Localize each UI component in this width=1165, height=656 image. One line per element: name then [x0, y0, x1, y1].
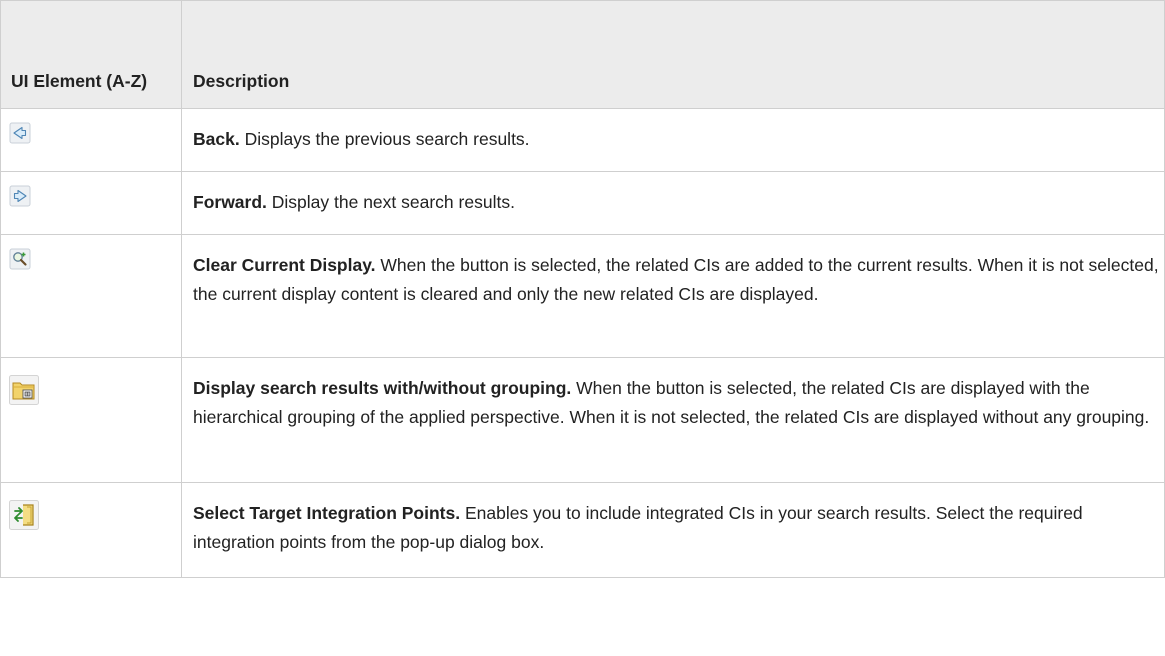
element-description: Display the next search results. [266, 192, 515, 212]
ui-element-cell [0, 481, 182, 578]
element-term: Clear Current Display. [193, 254, 376, 275]
back-arrow-icon [9, 122, 31, 154]
table-header-row: UI Element (A-Z) Description [0, 0, 1165, 109]
table-row: Back. Displays the previous search resul… [0, 108, 1165, 172]
element-term: Display search results with/without grou… [193, 377, 572, 398]
description-cell: Select Target Integration Points. Enable… [181, 481, 1165, 578]
clear-display-magnifier-icon [9, 248, 31, 280]
folder-grouping-icon [9, 374, 39, 415]
description-cell: Forward. Display the next search results… [181, 171, 1165, 235]
ui-element-cell [0, 356, 182, 483]
element-term: Back. [193, 129, 240, 149]
ui-element-cell [0, 233, 182, 358]
ui-element-cell [0, 108, 182, 172]
description-cell: Clear Current Display. When the button i… [181, 233, 1165, 358]
ui-element-column-header: UI Element (A-Z) [0, 0, 182, 109]
integration-points-icon [9, 499, 39, 540]
description-cell: Display search results with/without grou… [181, 356, 1165, 483]
ui-element-cell [0, 171, 182, 235]
table-row: Select Target Integration Points. Enable… [0, 481, 1165, 578]
forward-arrow-icon [9, 185, 31, 217]
description-cell: Back. Displays the previous search resul… [181, 108, 1165, 172]
table-row: Forward. Display the next search results… [0, 171, 1165, 235]
element-description: Displays the previous search results. [239, 129, 530, 149]
table-row: Clear Current Display. When the button i… [0, 233, 1165, 358]
element-term: Select Target Integration Points. [193, 502, 461, 523]
element-term: Forward. [193, 192, 267, 212]
ui-element-table: UI Element (A-Z) Description Back. Displ… [0, 0, 1165, 578]
description-column-header: Description [181, 0, 1165, 109]
table-row: Display search results with/without grou… [0, 356, 1165, 483]
